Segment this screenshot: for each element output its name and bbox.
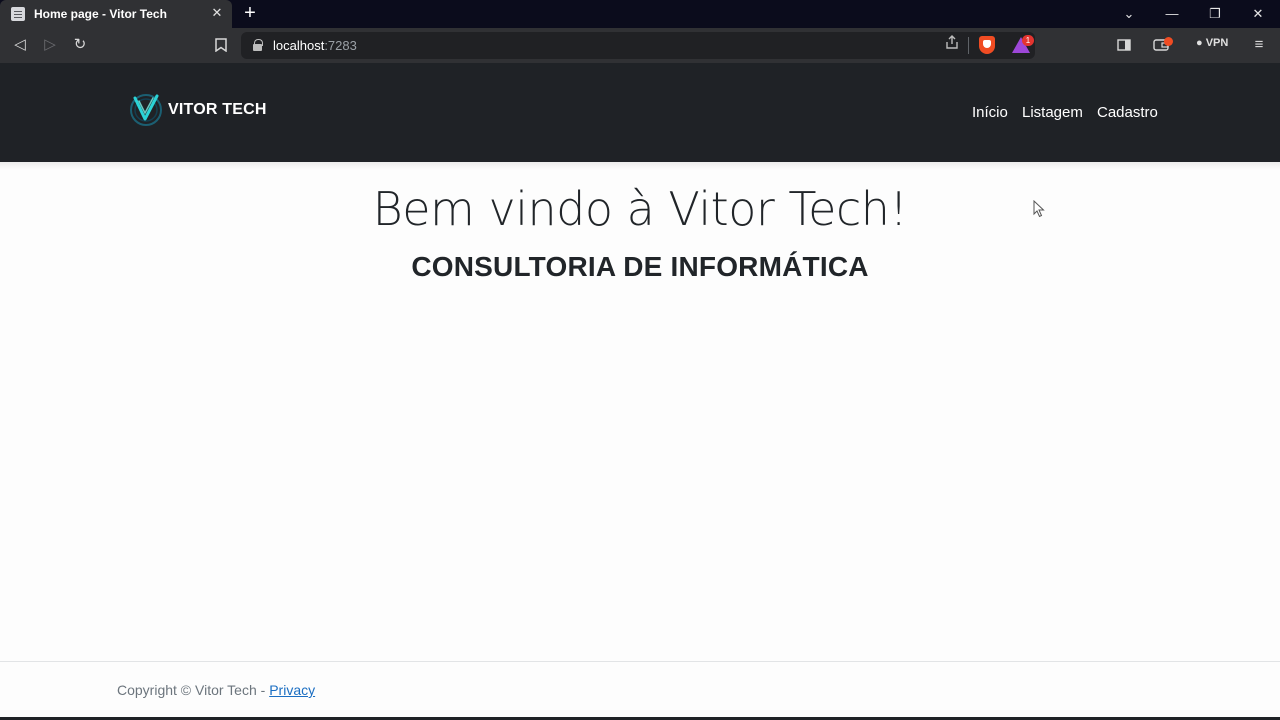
page-favicon-icon <box>11 7 25 21</box>
copyright-text: Copyright © Vitor Tech - <box>117 682 270 698</box>
brave-shields-icon[interactable] <box>979 36 995 54</box>
privacy-link[interactable]: Privacy <box>269 682 315 698</box>
nav-link-inicio[interactable]: Início <box>972 104 1008 121</box>
bookmark-icon[interactable] <box>210 34 232 56</box>
back-icon[interactable]: ◁ <box>9 34 31 56</box>
wallet-notification-dot <box>1164 37 1173 46</box>
nav-link-listagem[interactable]: Listagem <box>1022 104 1083 121</box>
new-tab-button[interactable]: + <box>240 3 260 24</box>
site-logo[interactable]: VITOR TECH <box>128 90 268 130</box>
logo-text: VITOR TECH <box>168 101 267 118</box>
header-shadow <box>0 162 1280 170</box>
menu-icon[interactable]: ≡ <box>1248 34 1270 56</box>
tab-search-chevron-icon[interactable]: ⌄ <box>1117 3 1141 25</box>
browser-tab-active[interactable]: Home page - Vitor Tech ✕ <box>0 0 232 28</box>
tab-close-icon[interactable]: ✕ <box>208 4 226 22</box>
nav-link-cadastro[interactable]: Cadastro <box>1097 104 1158 121</box>
lock-icon[interactable] <box>253 39 263 51</box>
vpn-button[interactable]: ● VPN <box>1196 37 1228 49</box>
forward-icon[interactable]: ▷ <box>39 34 61 56</box>
footer-divider <box>0 661 1280 662</box>
address-bar[interactable]: localhost:7283 1 <box>241 32 1035 59</box>
minimize-button[interactable]: — <box>1160 3 1184 25</box>
browser-toolbar: ◁ ▷ ↻ localhost:7283 1 ● VPN ≡ <box>0 28 1280 63</box>
reload-icon[interactable]: ↻ <box>69 34 91 56</box>
vitor-tech-logo-icon <box>130 94 162 126</box>
url-text[interactable]: localhost:7283 <box>273 38 357 53</box>
divider <box>968 37 969 54</box>
sidebar-icon[interactable] <box>1113 34 1135 56</box>
mouse-cursor-icon <box>1033 200 1045 218</box>
browser-titlebar: Home page - Vitor Tech ✕ + ⌄ — ❐ ✕ <box>0 0 1280 28</box>
share-icon[interactable] <box>942 35 962 55</box>
restore-button[interactable]: ❐ <box>1203 3 1227 25</box>
site-header: VITOR TECH Início Listagem Cadastro <box>0 63 1280 162</box>
site-footer: Copyright © Vitor Tech - Privacy <box>117 682 315 698</box>
page-subtitle: CONSULTORIA DE INFORMÁTICA <box>411 251 869 282</box>
page-title: Bem vindo à Vitor Tech! <box>372 182 908 236</box>
tab-title: Home page - Vitor Tech <box>34 7 167 21</box>
close-window-button[interactable]: ✕ <box>1246 3 1270 25</box>
rewards-badge: 1 <box>1022 35 1034 46</box>
